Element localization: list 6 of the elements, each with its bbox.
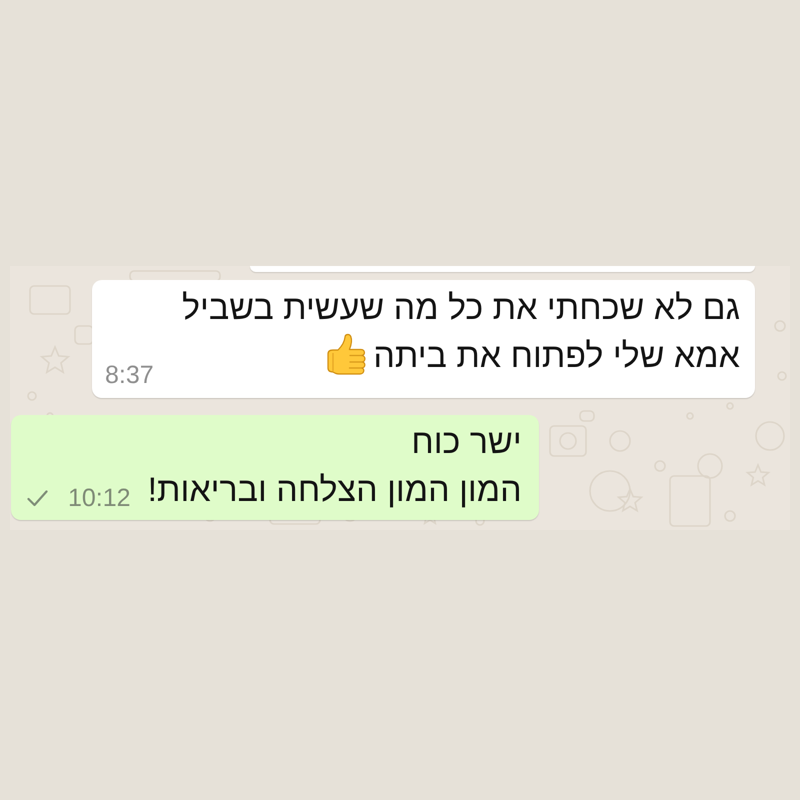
message-text: ישר כוח xyxy=(411,422,522,463)
message-text: אמא שלי לפתוח את ביתה xyxy=(373,336,740,377)
message-text: גם לא שכחתי את כל מה שעשית בשביל xyxy=(182,288,740,329)
message-time: 10:12 xyxy=(68,484,131,512)
message-text: המון המון הצלחה ובריאות! xyxy=(148,470,522,511)
message-time: 8:37 xyxy=(105,361,154,389)
